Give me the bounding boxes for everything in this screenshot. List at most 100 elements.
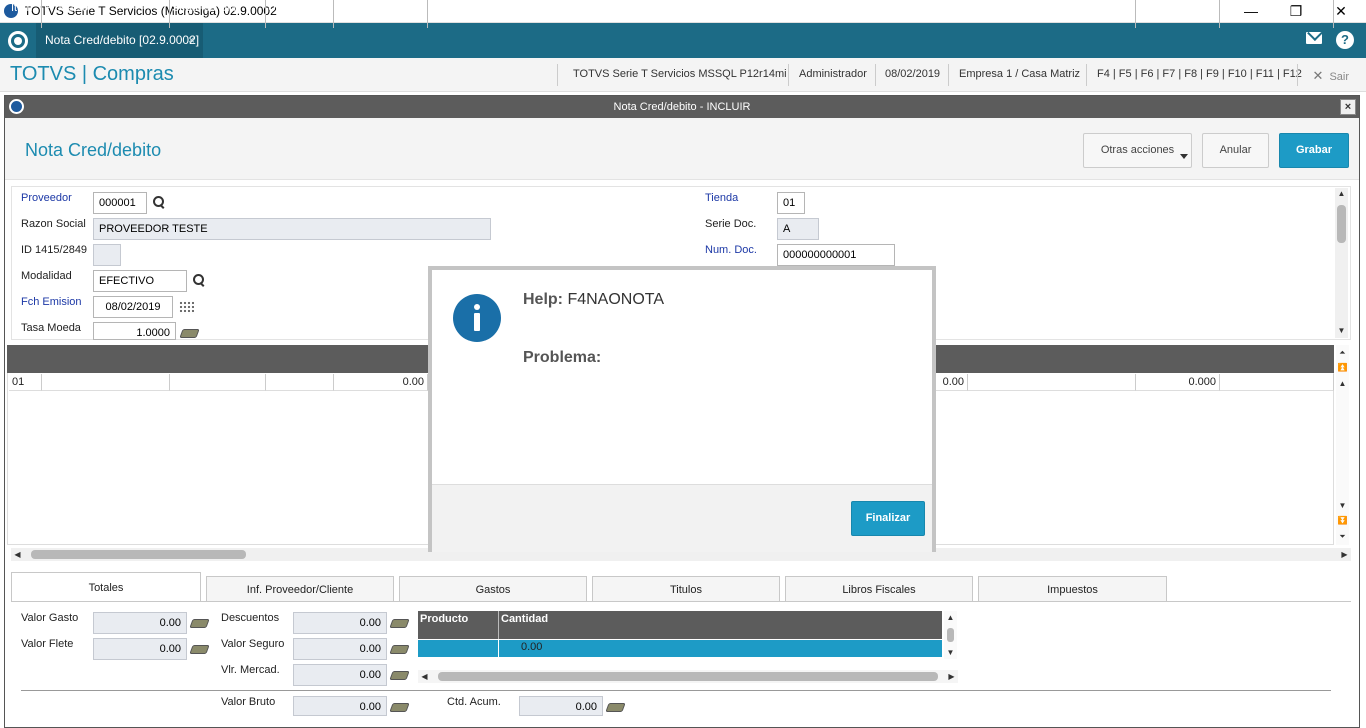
descuentos-field[interactable]: 0.00 <box>293 612 387 634</box>
valor-flete-field[interactable]: 0.00 <box>93 638 187 660</box>
col-peso-total[interactable]: Peso total <box>1136 0 1220 28</box>
problem-label: Problema: <box>523 349 602 366</box>
scroll-thumb[interactable] <box>1337 205 1346 243</box>
cell-unidad[interactable] <box>266 374 334 391</box>
money-icon[interactable] <box>191 617 208 627</box>
tab-close-icon[interactable]: × <box>188 23 195 57</box>
scroll-down-icon[interactable]: ▼ <box>1335 325 1348 336</box>
valor-seguro-field[interactable]: 0.00 <box>293 638 387 660</box>
scroll-down-icon[interactable]: ▼ <box>944 647 957 658</box>
mini-col-producto[interactable]: Producto <box>418 611 499 639</box>
money-icon[interactable] <box>391 701 408 711</box>
mini-cell-cantidad: 0.00 <box>521 641 543 653</box>
move-top-icon[interactable]: ⏶ <box>1336 347 1349 358</box>
tienda-input[interactable]: 01 <box>777 192 805 214</box>
finalizar-button[interactable]: Finalizar <box>851 501 925 536</box>
tab-label: Nota Cred/debito [02.9.0002] <box>45 33 200 47</box>
cell-cantidad[interactable]: 0.00 <box>334 374 428 391</box>
col-unidad[interactable]: Unidad <box>266 0 334 28</box>
cell-item[interactable]: 01 <box>9 374 42 391</box>
fch-emision-input[interactable]: 08/02/2019 <box>93 296 173 318</box>
money-icon[interactable] <box>391 643 408 653</box>
mini-grid-row[interactable]: 0.00 <box>418 640 942 657</box>
exit-button[interactable]: ✕ Sair <box>1313 68 1349 84</box>
divider <box>1297 64 1298 86</box>
tab-titulos[interactable]: Titulos <box>592 576 780 602</box>
hscroll-thumb[interactable] <box>438 672 938 681</box>
tab-impuestos[interactable]: Impuestos <box>978 576 1167 602</box>
tab-libros-fiscales[interactable]: Libros Fiscales <box>785 576 973 602</box>
move-bottom-icon[interactable]: ⏷ <box>1336 531 1349 542</box>
user-label[interactable]: Administrador <box>799 68 867 80</box>
cell-producto[interactable] <box>42 374 170 391</box>
module-header: TOTVS | Compras TOTVS Serie T Servicios … <box>0 58 1366 92</box>
cancel-button[interactable]: Anular <box>1202 133 1269 168</box>
search-icon[interactable] <box>193 274 205 286</box>
scroll-left-icon[interactable]: ◀ <box>418 671 431 682</box>
col-cta-contable[interactable]: Cta.Contable <box>968 0 1136 28</box>
cell-peso-total[interactable]: 0.000 <box>1136 374 1220 391</box>
grid-scrollbar[interactable]: ⏶ ⏫ ▲ ▼ ⏬ ⏷ <box>1336 345 1349 545</box>
help-code: F4NAONOTA <box>567 291 665 308</box>
tab-inf-proveedor[interactable]: Inf. Proveedor/Cliente <box>206 576 394 602</box>
mini-col-cantidad[interactable]: Cantidad <box>499 611 942 639</box>
scroll-left-icon[interactable]: ◀ <box>11 549 24 560</box>
scroll-thumb[interactable] <box>947 628 954 642</box>
valor-bruto-field[interactable]: 0.00 <box>293 696 387 716</box>
help-icon[interactable]: ? <box>1336 31 1354 49</box>
more-actions-button[interactable]: Otras acciones <box>1083 133 1192 168</box>
company-label[interactable]: Empresa 1 / Casa Matriz <box>959 68 1080 80</box>
date-label[interactable]: 08/02/2019 <box>885 68 940 80</box>
search-icon[interactable] <box>153 196 165 208</box>
tab-nota-cred-debito[interactable]: Nota Cred/debito [02.9.0002] × <box>36 23 203 58</box>
proveedor-input[interactable]: 000001 <box>93 192 147 214</box>
vlr-mercad-field[interactable]: 0.00 <box>293 664 387 686</box>
money-icon[interactable] <box>181 327 198 337</box>
scroll-up-icon[interactable]: ▲ <box>1336 378 1349 389</box>
serie-doc-field[interactable]: A <box>777 218 819 240</box>
close-icon: ✕ <box>1312 68 1324 83</box>
money-icon[interactable] <box>391 669 408 679</box>
tasa-moeda-input[interactable]: 1.0000 <box>93 322 176 340</box>
environment-label[interactable]: TOTVS Serie T Servicios MSSQL P12r14mi <box>573 68 787 80</box>
totvs-logo-icon[interactable] <box>8 31 28 51</box>
tasa-moeda-label: Tasa Moeda <box>21 322 81 334</box>
scroll-up-icon[interactable]: ▲ <box>1335 188 1348 199</box>
valor-gasto-field[interactable]: 0.00 <box>93 612 187 634</box>
scroll-down-icon[interactable]: ▼ <box>1336 500 1349 511</box>
valor-gasto-label: Valor Gasto <box>21 612 79 624</box>
col-item[interactable]: Item <box>9 0 42 28</box>
form-scrollbar[interactable]: ▲ ▼ <box>1335 188 1348 338</box>
money-icon[interactable] <box>191 643 208 653</box>
money-icon[interactable] <box>607 701 624 711</box>
cell-segunda-um[interactable] <box>170 374 266 391</box>
mini-grid-scrollbar[interactable]: ▲ ▼ <box>944 611 957 659</box>
tienda-label: Tienda <box>705 192 739 204</box>
move-up-icon[interactable]: ⏫ <box>1336 362 1349 373</box>
mail-icon[interactable] <box>1306 32 1322 44</box>
help-label: Help: <box>523 291 563 308</box>
cell-ord-prodn[interactable] <box>1220 374 1334 391</box>
money-icon[interactable] <box>391 617 408 627</box>
move-down-icon[interactable]: ⏬ <box>1336 515 1349 526</box>
col-producto[interactable]: Producto <box>42 0 170 28</box>
col-segunda-um[interactable]: Segunda UM <box>170 0 266 28</box>
tab-gastos[interactable]: Gastos <box>399 576 587 602</box>
mini-grid-hscrollbar[interactable]: ◀ ▶ <box>418 670 958 683</box>
scroll-right-icon[interactable]: ▶ <box>1338 549 1351 560</box>
ctd-acum-field[interactable]: 0.00 <box>519 696 603 716</box>
col-cantidad[interactable]: Cantidad <box>334 0 428 28</box>
modalidad-input[interactable]: EFECTIVO <box>93 270 187 292</box>
calendar-icon[interactable] <box>179 301 194 314</box>
scroll-up-icon[interactable]: ▲ <box>944 612 957 623</box>
dialog-close-button[interactable]: × <box>1340 99 1356 115</box>
id-1415-field[interactable] <box>93 244 121 266</box>
num-doc-input[interactable]: 000000000001 <box>777 244 895 266</box>
cell-cta-contable[interactable] <box>968 374 1136 391</box>
save-button[interactable]: Grabar <box>1279 133 1349 168</box>
tab-totales[interactable]: Totales <box>11 572 201 602</box>
scroll-right-icon[interactable]: ▶ <box>945 671 958 682</box>
num-doc-label: Num. Doc. <box>705 244 757 256</box>
col-ord-prodn[interactable]: Ord. Prodn. <box>1220 0 1334 28</box>
hscroll-thumb[interactable] <box>31 550 246 559</box>
